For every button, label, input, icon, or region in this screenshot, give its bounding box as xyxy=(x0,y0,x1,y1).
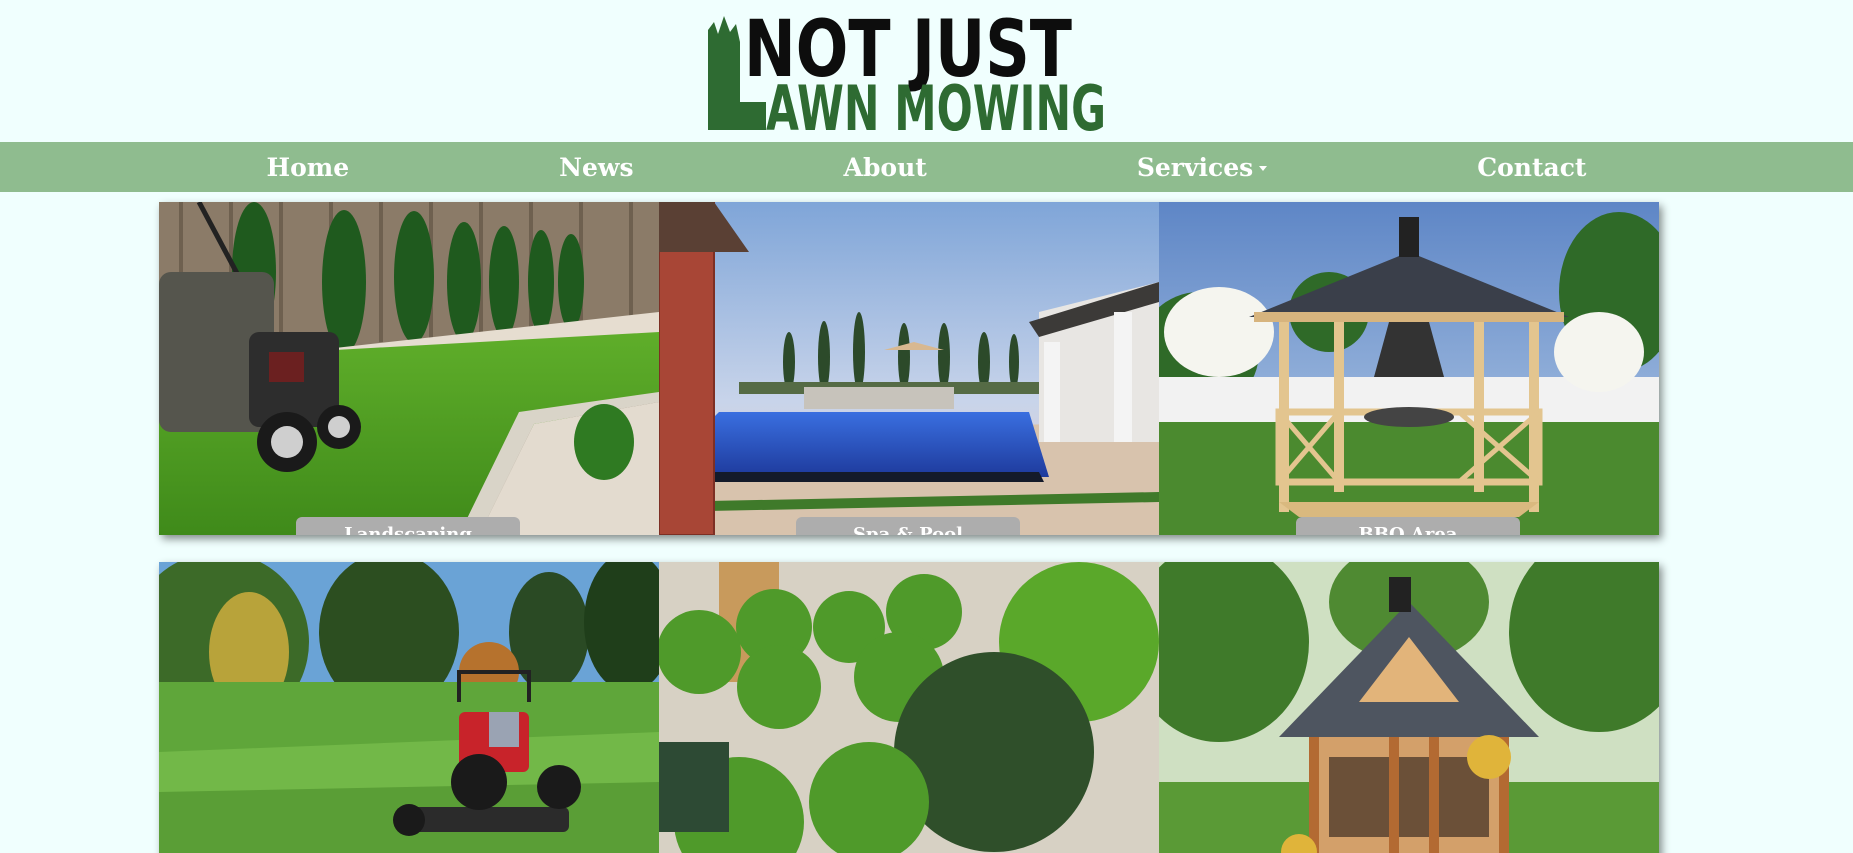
logo-line2: AWN MOWING xyxy=(766,72,1106,132)
tile-caption[interactable]: BBQ Area xyxy=(1296,517,1520,535)
nav-item-contact[interactable]: Contact xyxy=(1477,153,1586,182)
lawn-mower-image xyxy=(159,202,659,535)
nav-item-news[interactable]: News xyxy=(559,153,633,182)
golf-mower-image xyxy=(159,562,659,853)
caret-down-icon xyxy=(1259,165,1268,171)
nav-item-label: Services xyxy=(1136,152,1254,182)
gallery-row xyxy=(159,562,1659,853)
nav-item-label: Contact xyxy=(1477,152,1587,182)
nav-menu: Home News About Services Contact xyxy=(162,142,1692,192)
nav-item-about[interactable]: About xyxy=(844,153,927,182)
bbq-hut-image xyxy=(1159,562,1659,853)
nav-item-label: Home xyxy=(266,152,350,182)
nav-item-label: About xyxy=(843,152,927,182)
nav-item-label: News xyxy=(559,152,634,182)
tile-landscaping[interactable]: Landscaping xyxy=(159,202,659,535)
tile-bbq-hut[interactable] xyxy=(1159,562,1659,853)
pool-image xyxy=(659,202,1159,535)
nav-item-services[interactable]: Services xyxy=(1136,152,1268,182)
topiary-image xyxy=(659,562,1159,853)
gazebo-image xyxy=(1159,202,1659,535)
tile-caption[interactable]: Spa & Pool xyxy=(796,517,1020,535)
tile-bbq-area[interactable]: BBQ Area xyxy=(1159,202,1659,535)
main-nav: Home News About Services Contact xyxy=(0,142,1853,192)
tile-spa-pool[interactable]: Spa & Pool xyxy=(659,202,1159,535)
tile-caption[interactable]: Landscaping xyxy=(296,517,520,535)
gallery-row: Landscaping Spa & Pool BBQ Area xyxy=(159,202,1659,535)
tile-topiary[interactable] xyxy=(659,562,1159,853)
site-logo[interactable]: NOT JUST AWN MOWING xyxy=(708,2,1110,132)
tile-golf-mower[interactable] xyxy=(159,562,659,853)
page: NOT JUST AWN MOWING Home News About Serv… xyxy=(0,0,1853,853)
logo-graphic: NOT JUST AWN MOWING xyxy=(708,5,1106,132)
nav-item-home[interactable]: Home xyxy=(267,153,350,182)
services-gallery: Landscaping Spa & Pool BBQ Area xyxy=(159,202,1659,853)
